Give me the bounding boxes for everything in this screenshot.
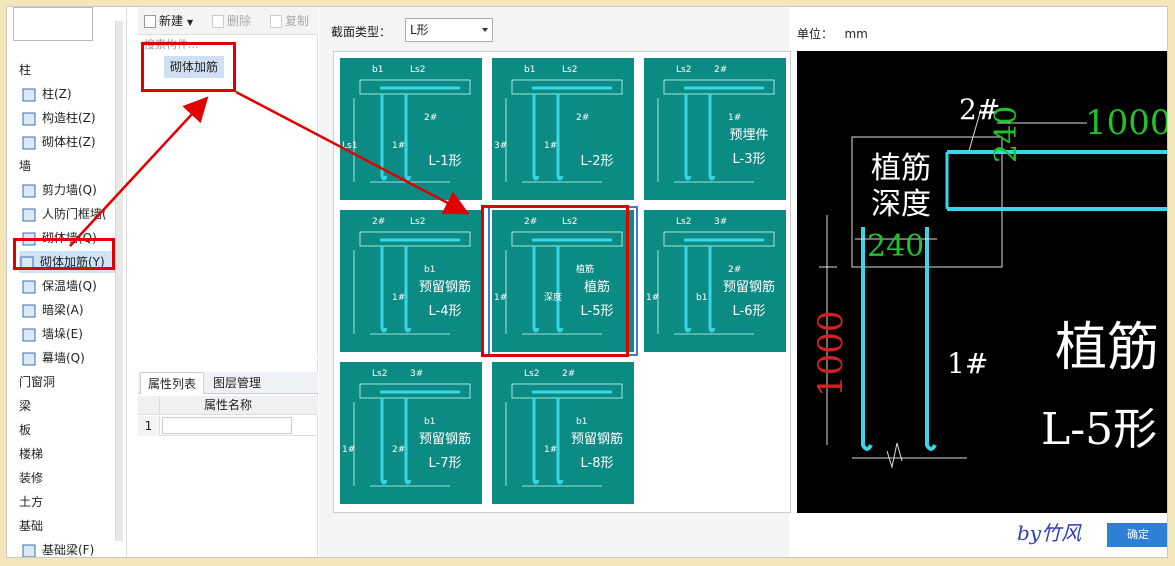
annotation-arrows — [69, 90, 470, 247]
arrow-component-to-thumb — [235, 90, 470, 215]
arrow-tree-to-component — [69, 96, 209, 247]
